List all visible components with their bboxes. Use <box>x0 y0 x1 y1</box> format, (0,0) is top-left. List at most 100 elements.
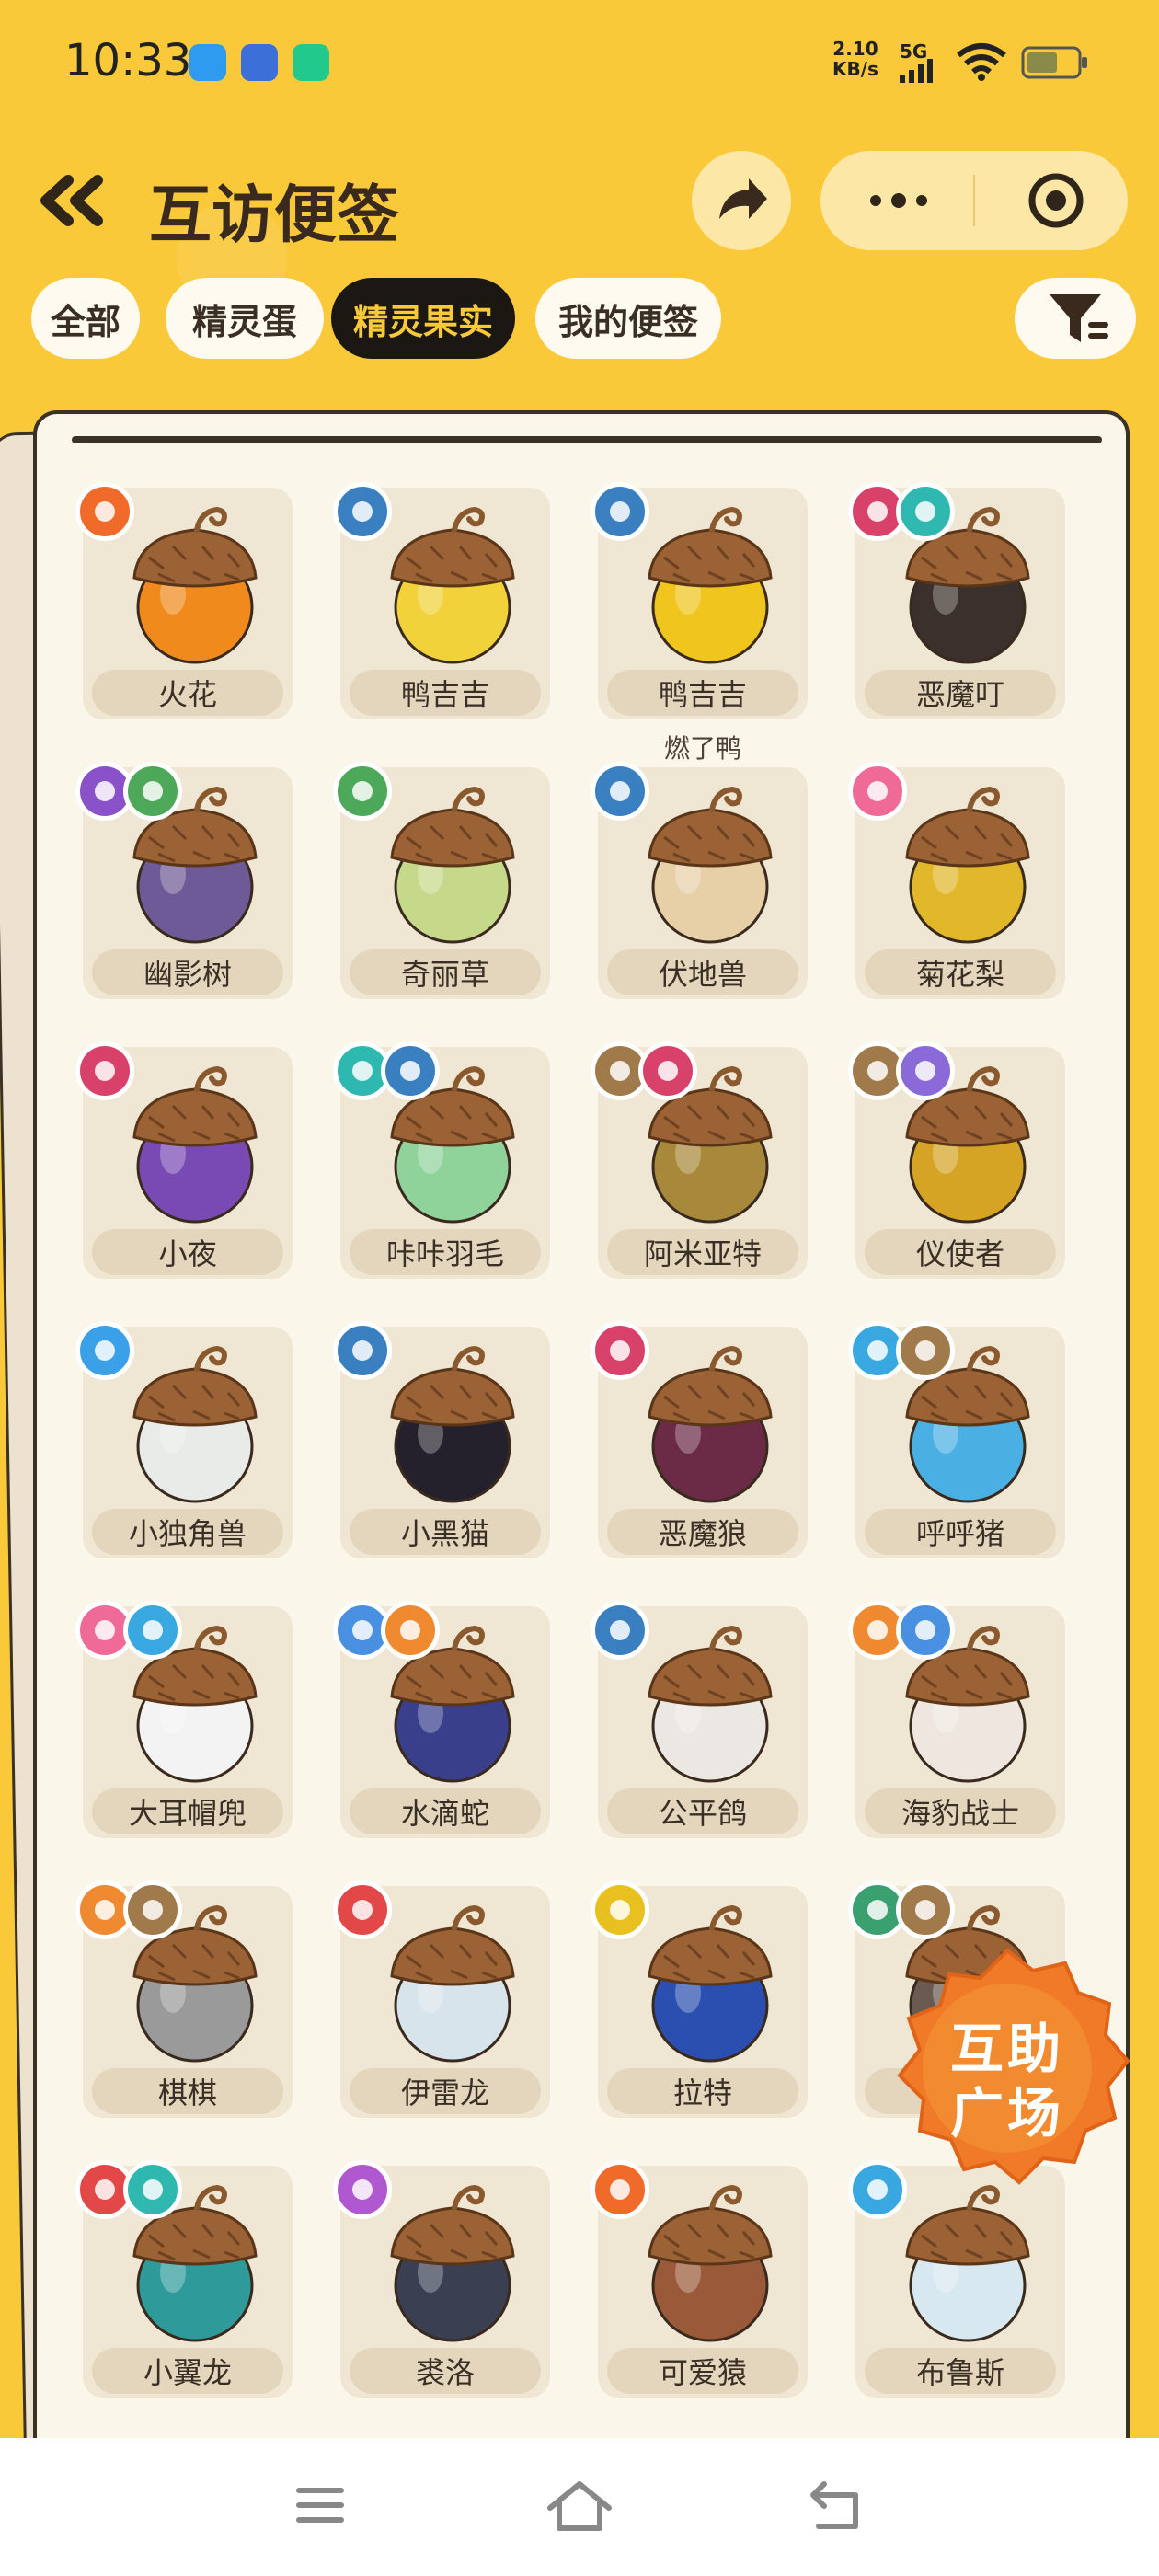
normal-type-icon <box>591 1601 649 1660</box>
earth-type-icon <box>896 1880 955 1939</box>
fruit-card[interactable]: 裘洛 <box>333 2160 550 2398</box>
fruit-name: 奇丽草 <box>400 957 489 992</box>
back-double-chevron-icon[interactable] <box>35 173 109 228</box>
tab-spirit-fruit[interactable]: 精灵果实 <box>331 278 515 359</box>
fruit-card[interactable]: 阿米亚特 <box>591 1041 808 1279</box>
ice-type-icon <box>123 1601 182 1660</box>
help-square-button[interactable]: 互助 广场 <box>881 1943 1133 2191</box>
fruit-card[interactable]: 布鲁斯 <box>848 2160 1065 2398</box>
weather-app-icon <box>189 44 226 81</box>
battery-icon <box>1021 46 1087 79</box>
fruit-card[interactable]: 咔咔羽毛 <box>333 1041 550 1279</box>
fruit-name: 恶魔叮 <box>915 677 1004 712</box>
acorn-fruit-icon <box>648 1625 773 1783</box>
acorn-fruit-icon <box>390 2184 515 2342</box>
fruit-name: 小翼龙 <box>143 2355 232 2390</box>
water-type-icon <box>896 1601 955 1660</box>
poison-type-icon <box>333 2160 392 2219</box>
status-bar: 10:33 2.10 KB/s 5G <box>0 0 1159 120</box>
page-title: 互访便签 <box>149 179 400 252</box>
network-speed: 2.10 KB/s <box>832 39 878 79</box>
spiral-type-icon <box>896 1041 955 1100</box>
fruit-name: 鸭吉吉 <box>658 677 747 712</box>
fruit-card[interactable]: 奇丽草 <box>333 762 550 999</box>
fruit-card[interactable]: 鸭吉吉 <box>333 482 550 719</box>
fruit-card[interactable]: 伏地兽 <box>591 762 808 999</box>
acorn-fruit-icon <box>905 2184 1030 2342</box>
fruit-card[interactable]: 小黑猫 <box>333 1321 550 1558</box>
normal-type-icon <box>381 1041 440 1100</box>
fruit-card[interactable]: 呼呼猪 <box>848 1321 1065 1558</box>
fruit-card[interactable]: 棋棋 <box>75 1880 293 2118</box>
message-app-icon <box>241 44 278 81</box>
fruit-name: 伏地兽 <box>658 957 747 992</box>
tab-all[interactable]: 全部 <box>31 278 140 359</box>
fruit-card[interactable]: 小独角兽 <box>75 1321 293 1558</box>
fruit-card[interactable]: 仪使者 <box>848 1041 1065 1279</box>
acorn-fruit-icon <box>648 2184 773 2342</box>
fruit-card[interactable]: 海豹战士 <box>848 1601 1065 1838</box>
fruit-card[interactable]: 公平鸽 <box>591 1601 808 1838</box>
fruit-name: 火花 <box>157 677 217 712</box>
fruit-card[interactable]: 火花 <box>75 482 293 719</box>
fruit-card[interactable]: 恶魔狼 <box>591 1321 808 1558</box>
share-button[interactable] <box>692 151 791 250</box>
fruit-name: 幽影树 <box>143 957 232 992</box>
system-nav-bar <box>0 2438 1159 2576</box>
speed-value: 2.10 <box>832 38 878 60</box>
acorn-fruit-icon <box>132 1345 258 1503</box>
normal-type-icon <box>591 482 649 541</box>
fruit-card[interactable]: 菊花梨 <box>848 762 1065 999</box>
back-icon[interactable] <box>806 2477 866 2534</box>
fruit-card[interactable]: 恶魔叮 <box>848 482 1065 719</box>
home-icon[interactable] <box>545 2477 614 2534</box>
fruit-card[interactable]: 小翼龙 <box>75 2160 293 2398</box>
title-bar: 互访便签 <box>0 147 1159 258</box>
acorn-fruit-icon <box>648 1904 773 2063</box>
menu-lines-icon[interactable] <box>293 2482 348 2528</box>
acorn-fruit-icon <box>390 506 515 664</box>
tab-my-notes[interactable]: 我的便签 <box>535 278 721 359</box>
fruit-card[interactable]: 幽影树 <box>75 762 293 999</box>
fruit-name: 仪使者 <box>915 1236 1004 1271</box>
normal-type-icon <box>591 762 649 821</box>
tab-spirit-egg[interactable]: 精灵蛋 <box>166 278 324 359</box>
fruit-card[interactable]: 可爱猿 <box>591 2160 808 2398</box>
fruit-name: 恶魔狼 <box>658 1516 747 1551</box>
wing-type-icon <box>896 482 955 541</box>
fruit-card[interactable]: 伊雷龙 <box>333 1880 550 2118</box>
fruit-card[interactable]: 拉特 <box>591 1880 808 2118</box>
fruit-name: 大耳帽兜 <box>128 1796 247 1831</box>
fruit-name: 可爱猿 <box>658 2355 747 2390</box>
fruit-name: 咔咔羽毛 <box>385 1236 504 1271</box>
miniprogram-capsule <box>820 151 1128 250</box>
fruit-name: 拉特 <box>672 2076 732 2110</box>
filter-funnel-icon <box>1050 294 1108 342</box>
signal-icon <box>900 59 933 83</box>
normal-type-icon <box>333 1321 392 1380</box>
dragon-type-icon <box>333 1880 392 1939</box>
capsule-divider <box>973 175 975 226</box>
earth-type-icon <box>896 1321 955 1380</box>
fruit-card[interactable]: 大耳帽兜 <box>75 1601 293 1838</box>
acorn-fruit-icon <box>390 786 515 944</box>
share-arrow-icon <box>719 178 767 219</box>
mech-type-icon <box>381 1601 440 1660</box>
fruit-owner-note: 燃了鸭 <box>663 733 741 764</box>
filter-button[interactable] <box>1015 278 1136 359</box>
fruit-name: 伊雷龙 <box>400 2076 489 2110</box>
fruit-name: 菊花梨 <box>915 957 1004 992</box>
store-app-icon <box>293 44 329 81</box>
paper-top-edge <box>72 436 1102 443</box>
fruit-name: 裘洛 <box>415 2355 475 2390</box>
wing-type-icon <box>123 2160 182 2219</box>
close-target-icon[interactable] <box>1025 169 1087 232</box>
grass-type-icon <box>333 762 392 821</box>
fruit-card[interactable]: 鸭吉吉 燃了鸭 <box>591 482 808 764</box>
fire-type-icon <box>591 2160 649 2219</box>
more-dots-icon[interactable] <box>857 178 940 223</box>
fruit-card[interactable]: 水滴蛇 <box>333 1601 550 1838</box>
demon-type-icon <box>638 1041 697 1100</box>
fruit-card[interactable]: 小夜 <box>75 1041 293 1279</box>
acorn-fruit-icon <box>648 1345 773 1503</box>
